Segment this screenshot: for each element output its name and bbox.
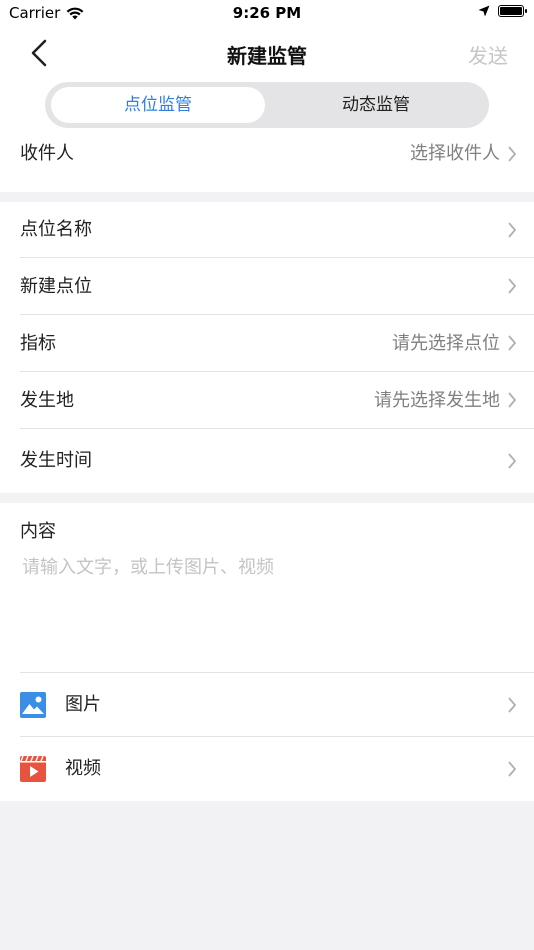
chevron-right-icon	[508, 392, 517, 408]
segmented-control: 点位监管 动态监管	[45, 82, 489, 128]
content-area	[0, 543, 534, 673]
image-icon	[20, 692, 46, 718]
recipient-label: 收件人	[20, 143, 74, 164]
status-bar: Carrier 9:26 PM	[0, 0, 534, 28]
image-row[interactable]: 图片	[0, 673, 534, 737]
video-icon	[20, 756, 46, 782]
row-label: 新建点位	[20, 276, 92, 297]
chevron-right-icon	[508, 146, 517, 162]
row-value: 请先选择点位	[392, 333, 500, 354]
chevron-right-icon	[508, 697, 517, 713]
nav-bar: 新建监管 发送	[0, 28, 534, 80]
row-point-name[interactable]: 点位名称	[0, 202, 534, 258]
row-value: 请先选择发生地	[374, 390, 500, 411]
content-section: 内容 图片 视频	[0, 503, 534, 801]
chevron-right-icon	[508, 761, 517, 777]
details-section: 点位名称 新建点位 指标 请先选择点位 发生地 请先选择发生地 发生时间	[0, 202, 534, 493]
battery-icon	[498, 5, 527, 17]
row-label: 指标	[20, 333, 56, 354]
content-label: 内容	[20, 521, 56, 542]
video-label: 视频	[65, 758, 101, 779]
chevron-right-icon	[508, 278, 517, 294]
chevron-right-icon	[508, 335, 517, 351]
recipient-value: 选择收件人	[410, 143, 500, 164]
row-indicator[interactable]: 指标 请先选择点位	[0, 315, 534, 372]
send-button[interactable]: 发送	[468, 40, 508, 69]
row-location[interactable]: 发生地 请先选择发生地	[0, 372, 534, 429]
row-occurrence-time[interactable]: 发生时间	[0, 429, 534, 493]
page-title: 新建监管	[227, 44, 307, 68]
segment-wrapper: 点位监管 动态监管	[0, 80, 534, 130]
status-right	[478, 5, 527, 17]
tab-point-supervision[interactable]: 点位监管	[51, 87, 265, 123]
location-arrow-icon	[478, 5, 490, 17]
content-input[interactable]	[20, 551, 518, 665]
row-label: 发生时间	[20, 450, 92, 471]
row-label: 发生地	[20, 390, 74, 411]
row-label: 点位名称	[20, 219, 92, 240]
status-time: 9:26 PM	[232, 4, 302, 22]
chevron-right-icon	[508, 453, 517, 469]
tab-dynamic-supervision[interactable]: 动态监管	[269, 87, 483, 123]
recipient-row[interactable]: 收件人 选择收件人	[0, 130, 534, 192]
header: Carrier 9:26 PM 新建监管 发送 点位监管 动态监管 收件人 选择…	[0, 0, 534, 192]
row-new-point[interactable]: 新建点位	[0, 258, 534, 315]
video-row[interactable]: 视频	[0, 737, 534, 801]
image-label: 图片	[65, 694, 101, 715]
chevron-right-icon	[508, 222, 517, 238]
